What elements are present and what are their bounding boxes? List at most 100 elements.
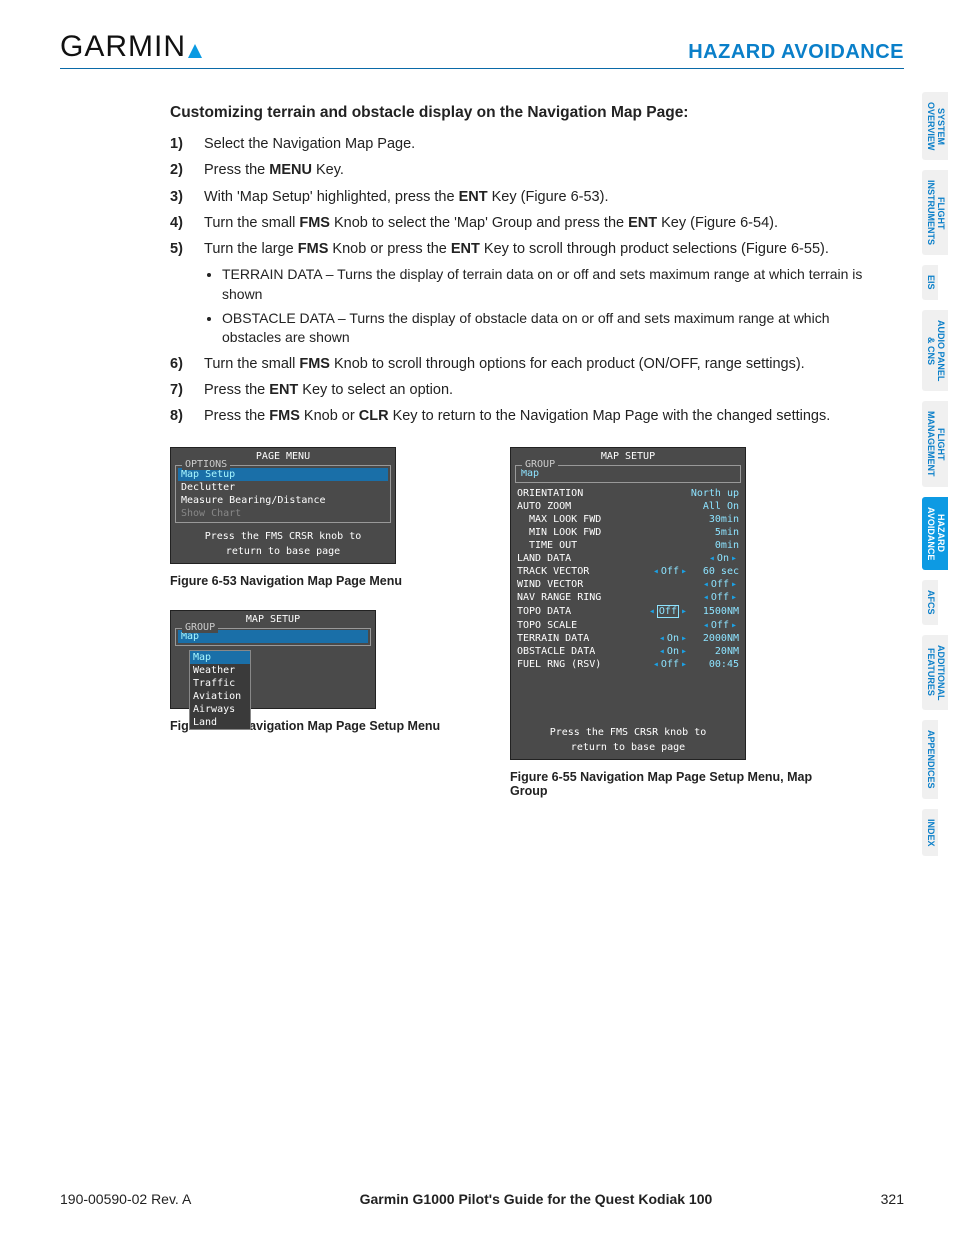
fig-6-54-panel: MAP SETUP GROUP Map MapWeatherTrafficAvi… xyxy=(170,610,376,709)
footer-docnum: 190-00590-02 Rev. A xyxy=(60,1191,191,1207)
setting-label: TRACK VECTOR xyxy=(517,566,589,577)
fig55-info2: return to base page xyxy=(513,742,743,757)
setting-label: NAV RANGE RING xyxy=(517,592,601,603)
side-tab[interactable]: HAZARD AVOIDANCE xyxy=(922,497,948,570)
fig-6-53-panel: PAGE MENU OPTIONS Map SetupDeclutterMeas… xyxy=(170,447,396,564)
setting-value-2: 2000NM xyxy=(689,633,739,644)
setting-value-2: 00:45 xyxy=(689,659,739,670)
setting-label: TOPO DATA xyxy=(517,606,571,617)
step-number: 6) xyxy=(170,354,192,374)
map-setup-row: TOPO DATA◂Off▸1500NM xyxy=(513,604,743,619)
group-option[interactable]: Map xyxy=(190,651,250,664)
map-setup-row: NAV RANGE RING◂Off▸ xyxy=(513,591,743,604)
side-tab[interactable]: FLIGHT MANAGEMENT xyxy=(922,401,948,487)
side-tab[interactable]: ADDITIONAL FEATURES xyxy=(922,635,948,711)
setting-toggle[interactable]: Off xyxy=(657,605,679,618)
map-setup-row: TIME OUT 0min xyxy=(513,539,743,552)
setting-toggle[interactable]: On xyxy=(717,553,729,564)
side-tab[interactable]: AFCS xyxy=(922,580,938,625)
step-item: 8)Press the FMS Knob or CLR Key to retur… xyxy=(170,406,874,426)
step-text: Turn the small FMS Knob to select the 'M… xyxy=(204,213,778,233)
procedure-steps: 1)Select the Navigation Map Page.2)Press… xyxy=(170,134,874,427)
setting-label: TIME OUT xyxy=(517,540,577,551)
setting-value: North up xyxy=(691,488,739,499)
setting-value: All On xyxy=(703,501,739,512)
page-menu-option[interactable]: Measure Bearing/Distance xyxy=(178,494,388,507)
figure-column-right: MAP SETUP GROUP Map ORIENTATIONNorth upA… xyxy=(510,447,850,820)
setting-toggle[interactable]: Off xyxy=(711,620,729,631)
page-menu-option[interactable]: Declutter xyxy=(178,481,388,494)
side-tab[interactable]: SYSTEM OVERVIEW xyxy=(922,92,948,160)
map-setup-row: MIN LOOK FWD 5min xyxy=(513,526,743,539)
step-number: 5) xyxy=(170,239,192,259)
group-dropdown[interactable]: MapWeatherTrafficAviationAirwaysLand xyxy=(189,650,251,730)
page-menu-option[interactable]: Show Chart xyxy=(178,507,388,520)
figure-column-left: PAGE MENU OPTIONS Map SetupDeclutterMeas… xyxy=(170,447,470,755)
map-setup-row: LAND DATA◂On▸ xyxy=(513,552,743,565)
group-option[interactable]: Airways xyxy=(190,703,250,716)
setting-label: ORIENTATION xyxy=(517,488,583,499)
side-tab[interactable]: APPENDICES xyxy=(922,720,938,799)
setting-label: OBSTACLE DATA xyxy=(517,646,595,657)
side-tab[interactable]: INDEX xyxy=(922,809,938,857)
step-text: Select the Navigation Map Page. xyxy=(204,134,415,154)
map-setup-row: TRACK VECTOR◂Off▸60 sec xyxy=(513,565,743,578)
setting-toggle[interactable]: Off xyxy=(711,592,729,603)
setting-value: 30min xyxy=(709,514,739,525)
map-setup-row: FUEL RNG (RSV)◂Off▸00:45 xyxy=(513,658,743,671)
setting-label: TERRAIN DATA xyxy=(517,633,589,644)
map-setup-row: TOPO SCALE◂Off▸ xyxy=(513,619,743,632)
setting-toggle[interactable]: Off xyxy=(661,566,679,577)
group-option[interactable]: Weather xyxy=(190,664,250,677)
setting-value-2: 20NM xyxy=(689,646,739,657)
side-tab[interactable]: FLIGHT INSTRUMENTS xyxy=(922,170,948,255)
setting-label: TOPO SCALE xyxy=(517,620,577,631)
setting-toggle[interactable]: On xyxy=(667,633,679,644)
setting-label: LAND DATA xyxy=(517,553,571,564)
step-number: 2) xyxy=(170,160,192,180)
setting-toggle[interactable]: Off xyxy=(661,659,679,670)
setting-value: 0min xyxy=(715,540,739,551)
step-number: 1) xyxy=(170,134,192,154)
map-setup-row: AUTO ZOOMAll On xyxy=(513,500,743,513)
fig55-info1: Press the FMS CRSR knob to xyxy=(513,721,743,742)
setting-label: MAX LOOK FWD xyxy=(517,514,601,525)
setting-toggle[interactable]: Off xyxy=(711,579,729,590)
step-item: 7) Press the ENT Key to select an option. xyxy=(170,380,874,400)
logo-triangle-icon xyxy=(188,44,202,58)
step-text: Press the ENT Key to select an option. xyxy=(204,380,453,400)
map-setup-row: OBSTACLE DATA◂On▸20NM xyxy=(513,645,743,658)
group-option[interactable]: Aviation xyxy=(190,690,250,703)
setting-value: 5min xyxy=(715,527,739,538)
step-item: 2)Press the MENU Key. xyxy=(170,160,874,180)
group-label-2: GROUP xyxy=(522,459,558,470)
step-number: 4) xyxy=(170,213,192,233)
footer-title: Garmin G1000 Pilot's Guide for the Quest… xyxy=(360,1191,713,1207)
setting-toggle[interactable]: On xyxy=(667,646,679,657)
page-header: GARMIN HAZARD AVOIDANCE xyxy=(60,30,904,69)
step-text: Turn the small FMS Knob to scroll throug… xyxy=(204,354,805,374)
step-number: 7) xyxy=(170,380,192,400)
setting-label: WIND VECTOR xyxy=(517,579,583,590)
content-area: Customizing terrain and obstacle display… xyxy=(170,104,874,820)
step-text: Press the FMS Knob or CLR Key to return … xyxy=(204,406,830,426)
page-footer: 190-00590-02 Rev. A Garmin G1000 Pilot's… xyxy=(60,1191,904,1207)
fig53-info2: return to base page xyxy=(173,546,393,561)
map-setup-row: TERRAIN DATA◂On▸2000NM xyxy=(513,632,743,645)
group-option[interactable]: Land xyxy=(190,716,250,729)
procedure-heading: Customizing terrain and obstacle display… xyxy=(170,104,874,122)
bullet-item: TERRAIN DATA – Turns the display of terr… xyxy=(222,265,874,304)
step-item: 1) Select the Navigation Map Page. xyxy=(170,134,874,154)
side-tab[interactable]: AUDIO PANEL & CNS xyxy=(922,310,948,391)
group-option[interactable]: Traffic xyxy=(190,677,250,690)
footer-pagenum: 321 xyxy=(881,1191,904,1207)
setting-label: FUEL RNG (RSV) xyxy=(517,659,601,670)
group-label: GROUP xyxy=(182,622,218,633)
section-title: HAZARD AVOIDANCE xyxy=(688,41,904,64)
bullet-item: OBSTACLE DATA – Turns the display of obs… xyxy=(222,309,874,348)
side-tab[interactable]: EIS xyxy=(922,265,938,300)
step-5-bullets: TERRAIN DATA – Turns the display of terr… xyxy=(222,265,874,347)
setting-label: MIN LOOK FWD xyxy=(517,527,601,538)
map-setup-row: ORIENTATION North up xyxy=(513,487,743,500)
step-item: 4) Turn the small FMS Knob to select the … xyxy=(170,213,874,233)
